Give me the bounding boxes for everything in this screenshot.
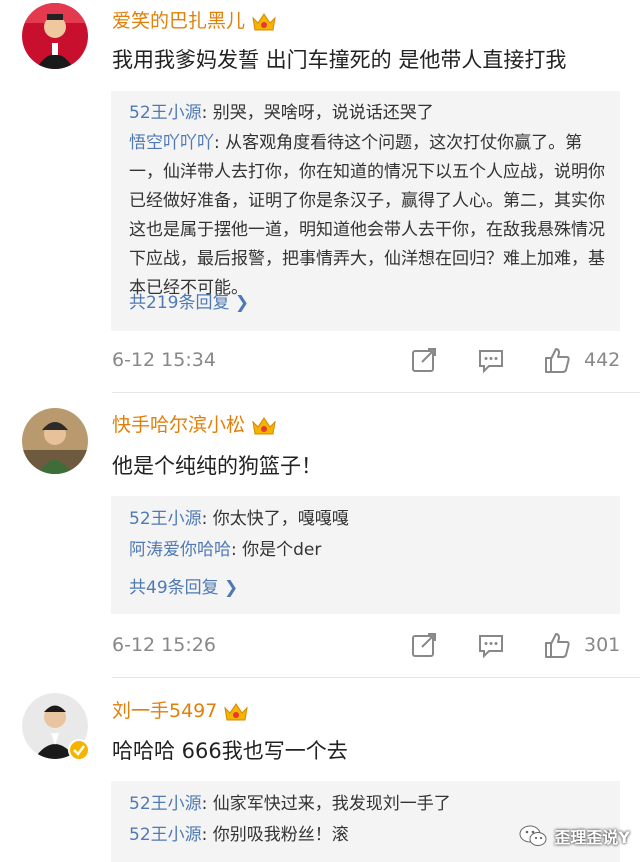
reply-item[interactable]: 阿涛爱你哈哈: 你是个der <box>129 536 606 565</box>
reply-text: 别哭，哭啥呀，说说话还哭了 <box>212 103 434 123</box>
reply-username[interactable]: 52王小源 <box>129 794 202 814</box>
divider <box>112 677 640 678</box>
reply-username[interactable]: 阿涛爱你哈哈 <box>129 540 231 560</box>
thumbs-up-icon[interactable] <box>543 346 571 374</box>
like-count: 301 <box>584 634 621 656</box>
watermark-text: 歪理歪说Y <box>554 828 630 847</box>
avatar[interactable] <box>22 408 88 474</box>
comment-text: 他是个纯纯的狗篮子！ <box>112 454 322 478</box>
comment-text: 哈哈哈 666我也写一个去 <box>112 739 348 763</box>
reply-item[interactable]: 52王小源: 你太快了，嘎嘎嘎 <box>129 505 606 534</box>
reply-text: 你别吸我粉丝！滚 <box>212 825 349 845</box>
more-replies-link[interactable]: 共49条回复 ❯ <box>129 573 238 598</box>
repost-icon[interactable] <box>410 346 438 374</box>
username[interactable]: 爱笑的巴扎黑儿 <box>112 6 277 33</box>
reply-username[interactable]: 52王小源 <box>129 103 202 123</box>
watermark: 歪理歪说Y <box>518 824 630 848</box>
comment-icon[interactable] <box>477 631 505 659</box>
action-bar: 301 <box>0 631 640 671</box>
crown-badge-icon <box>224 702 249 720</box>
reply-username[interactable]: 52王小源 <box>129 825 202 845</box>
reply-text: 你是个der <box>242 540 322 560</box>
crown-badge-icon <box>252 416 276 434</box>
reply-box[interactable]: 52王小源: 别哭，哭啥呀，说说话还哭了 悟空吖吖吖: 从客观角度看待这个问题，… <box>111 91 620 331</box>
reply-item[interactable]: 悟空吖吖吖: 从客观角度看待这个问题，这次打仗你赢了。第一，仙洋带人去打你，你在… <box>129 129 606 303</box>
username[interactable]: 刘一手5497 <box>112 696 249 723</box>
avatar[interactable] <box>22 3 88 69</box>
wechat-icon <box>519 825 547 846</box>
reply-box[interactable]: 52王小源: 仙家军快过来，我发现刘一手了 52王小源: 你别吸我粉丝！滚 <box>111 781 620 862</box>
reply-username[interactable]: 悟空吖吖吖 <box>129 133 214 153</box>
divider <box>112 392 640 393</box>
thumbs-up-icon[interactable] <box>543 631 571 659</box>
repost-icon[interactable] <box>410 631 438 659</box>
username[interactable]: 快手哈尔滨小松 <box>112 410 277 437</box>
chevron-right-icon: ❯ <box>234 293 250 313</box>
action-bar: 442 <box>0 346 640 386</box>
reply-text: 仙家军快过来，我发现刘一手了 <box>212 794 451 814</box>
reply-text: 从客观角度看待这个问题，这次打仗你赢了。第一，仙洋带人去打你，你在知道的情况下以… <box>129 133 605 298</box>
avatar[interactable] <box>22 693 90 761</box>
crown-badge-icon <box>252 12 276 30</box>
reply-text: 你太快了，嘎嘎嘎 <box>212 509 349 529</box>
comment-text: 我用我爹妈发誓 出门车撞死的 是他带人直接打我 <box>112 48 567 72</box>
like-count: 442 <box>584 349 621 371</box>
reply-item[interactable]: 52王小源: 别哭，哭啥呀，说说话还哭了 <box>129 99 606 128</box>
reply-username[interactable]: 52王小源 <box>129 509 202 529</box>
more-replies-link[interactable]: 共219条回复 ❯ <box>129 288 249 313</box>
verified-badge-icon <box>68 739 90 761</box>
comment-icon[interactable] <box>477 346 505 374</box>
chevron-right-icon: ❯ <box>224 578 239 598</box>
reply-box[interactable]: 52王小源: 你太快了，嘎嘎嘎 阿涛爱你哈哈: 你是个der 共49条回复 ❯ <box>111 496 620 614</box>
reply-item[interactable]: 52王小源: 仙家军快过来，我发现刘一手了 <box>129 790 606 819</box>
